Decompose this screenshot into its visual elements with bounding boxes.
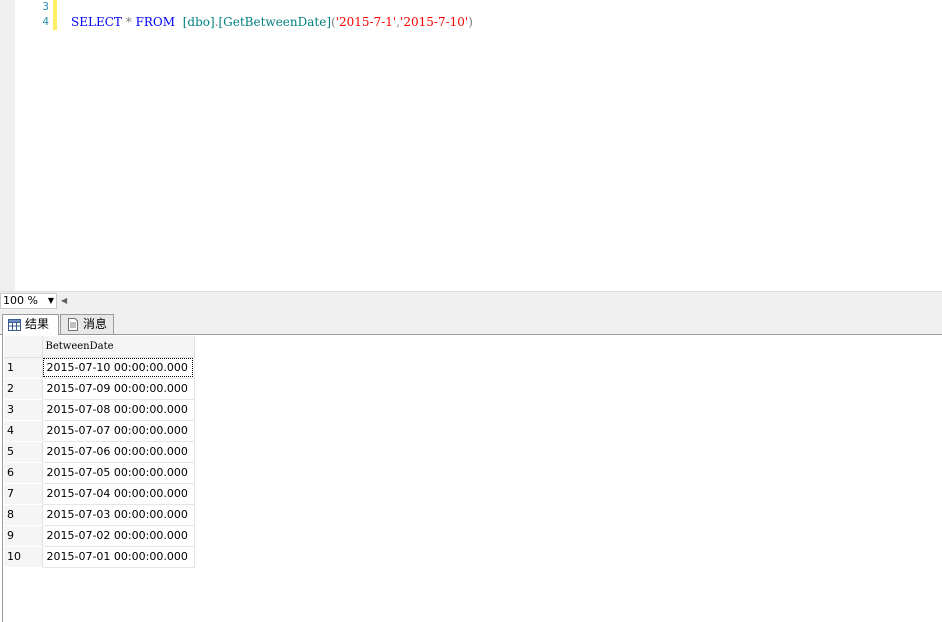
table-row[interactable]: 2 2015-07-09 00:00:00.000 [4, 378, 195, 400]
tab-label: 消息 [83, 317, 108, 331]
table-row[interactable]: 5 2015-07-06 00:00:00.000 [4, 441, 195, 463]
table-row[interactable]: 4 2015-07-07 00:00:00.000 [4, 420, 195, 442]
scroll-left-icon[interactable]: ◀ [61, 294, 67, 308]
editor-margin [0, 0, 15, 291]
tab-label: 结果 [25, 317, 50, 331]
row-number[interactable]: 7 [4, 483, 43, 505]
line-number: 3 [42, 0, 49, 13]
code-token: [dbo] [182, 15, 215, 29]
table-cell[interactable]: 2015-07-08 00:00:00.000 [42, 399, 195, 421]
code-token: '2015-7-10' [400, 15, 469, 29]
row-number[interactable]: 3 [4, 399, 43, 421]
change-marker [53, 0, 57, 15]
chevron-down-icon[interactable]: ▼ [48, 294, 54, 308]
table-cell[interactable]: 2015-07-06 00:00:00.000 [42, 441, 195, 463]
code-token: SELECT [71, 15, 122, 29]
code-token: FROM [135, 15, 176, 29]
tab-results[interactable]: 结果 [2, 314, 59, 335]
table-row[interactable]: 3 2015-07-08 00:00:00.000 [4, 399, 195, 421]
results-grid[interactable]: BetweenDate 1 2015-07-10 00:00:00.000 2 201… [2, 335, 942, 622]
row-number[interactable]: 2 [4, 378, 43, 400]
table-cell[interactable]: 2015-07-04 00:00:00.000 [42, 483, 195, 505]
grid-corner[interactable] [4, 336, 43, 358]
results-table: BetweenDate 1 2015-07-10 00:00:00.000 2 201… [4, 336, 195, 568]
table-row[interactable]: 8 2015-07-03 00:00:00.000 [4, 504, 195, 526]
table-row[interactable]: 1 2015-07-10 00:00:00.000 [4, 357, 195, 379]
editor-line[interactable]: 3 [15, 0, 915, 15]
editor-status-bar: 100 % ▼ ◀ [0, 291, 942, 312]
sql-editor[interactable]: 3 4 SELECT * FROM [dbo].[GetBetweenDate]… [0, 0, 942, 291]
row-number[interactable]: 6 [4, 462, 43, 484]
table-row[interactable]: 7 2015-07-04 00:00:00.000 [4, 483, 195, 505]
table-cell[interactable]: 2015-07-03 00:00:00.000 [42, 504, 195, 526]
column-header[interactable]: BetweenDate [42, 336, 195, 358]
table-row[interactable]: 10 2015-07-01 00:00:00.000 [4, 546, 195, 568]
code-token: [GetBetweenDate] [218, 15, 332, 29]
code-line[interactable]: SELECT * FROM [dbo].[GetBetweenDate]('20… [71, 14, 473, 30]
table-row[interactable]: 6 2015-07-05 00:00:00.000 [4, 462, 195, 484]
row-number[interactable]: 9 [4, 525, 43, 547]
table-cell[interactable]: 2015-07-01 00:00:00.000 [42, 546, 195, 568]
row-number[interactable]: 10 [4, 546, 43, 568]
message-icon [66, 318, 79, 336]
tab-messages[interactable]: 消息 [60, 314, 114, 334]
row-number[interactable]: 4 [4, 420, 43, 442]
zoom-value: 100 % [3, 294, 38, 307]
table-row[interactable]: 9 2015-07-02 00:00:00.000 [4, 525, 195, 547]
table-cell[interactable]: 2015-07-02 00:00:00.000 [42, 525, 195, 547]
row-number[interactable]: 8 [4, 504, 43, 526]
table-cell[interactable]: 2015-07-09 00:00:00.000 [42, 378, 195, 400]
editor-line[interactable]: 4 SELECT * FROM [dbo].[GetBetweenDate]('… [15, 14, 915, 30]
table-cell[interactable]: 2015-07-07 00:00:00.000 [42, 420, 195, 442]
change-marker [53, 14, 57, 30]
row-number[interactable]: 1 [4, 357, 43, 379]
line-number: 4 [42, 15, 49, 28]
results-tab-strip: 结果 消息 [0, 312, 942, 335]
zoom-dropdown[interactable]: 100 % ▼ [0, 293, 57, 309]
table-cell[interactable]: 2015-07-10 00:00:00.000 [42, 357, 195, 379]
code-token: ) [468, 15, 473, 29]
code-token: '2015-7-1' [335, 15, 397, 29]
table-cell[interactable]: 2015-07-05 00:00:00.000 [42, 462, 195, 484]
grid-icon [8, 318, 21, 336]
row-number[interactable]: 5 [4, 441, 43, 463]
